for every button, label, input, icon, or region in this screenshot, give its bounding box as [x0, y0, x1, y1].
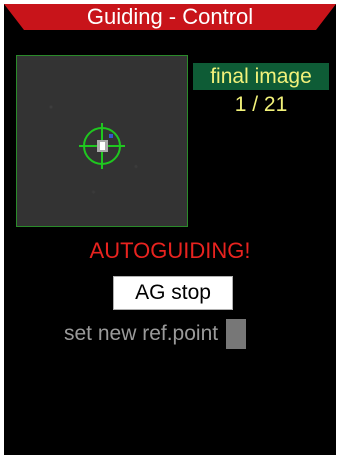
page-title: Guiding - Control: [86, 4, 254, 29]
set-ref-point-checkbox[interactable]: [226, 319, 247, 349]
star-icon: [97, 134, 113, 152]
guiding-control-screen: Guiding - Control final image 1 / 21 AUT…: [4, 4, 336, 455]
set-ref-point-row: set new ref.point: [64, 318, 247, 350]
header-bar: Guiding - Control: [4, 4, 336, 32]
guide-star-image: [16, 55, 188, 227]
frame-counter: 1 / 21: [234, 93, 288, 116]
image-mode-badge: final image: [193, 63, 329, 90]
ag-stop-button[interactable]: AG stop: [113, 276, 233, 310]
set-ref-point-label: set new ref.point: [64, 322, 219, 345]
autoguiding-status: AUTOGUIDING!: [89, 238, 251, 263]
